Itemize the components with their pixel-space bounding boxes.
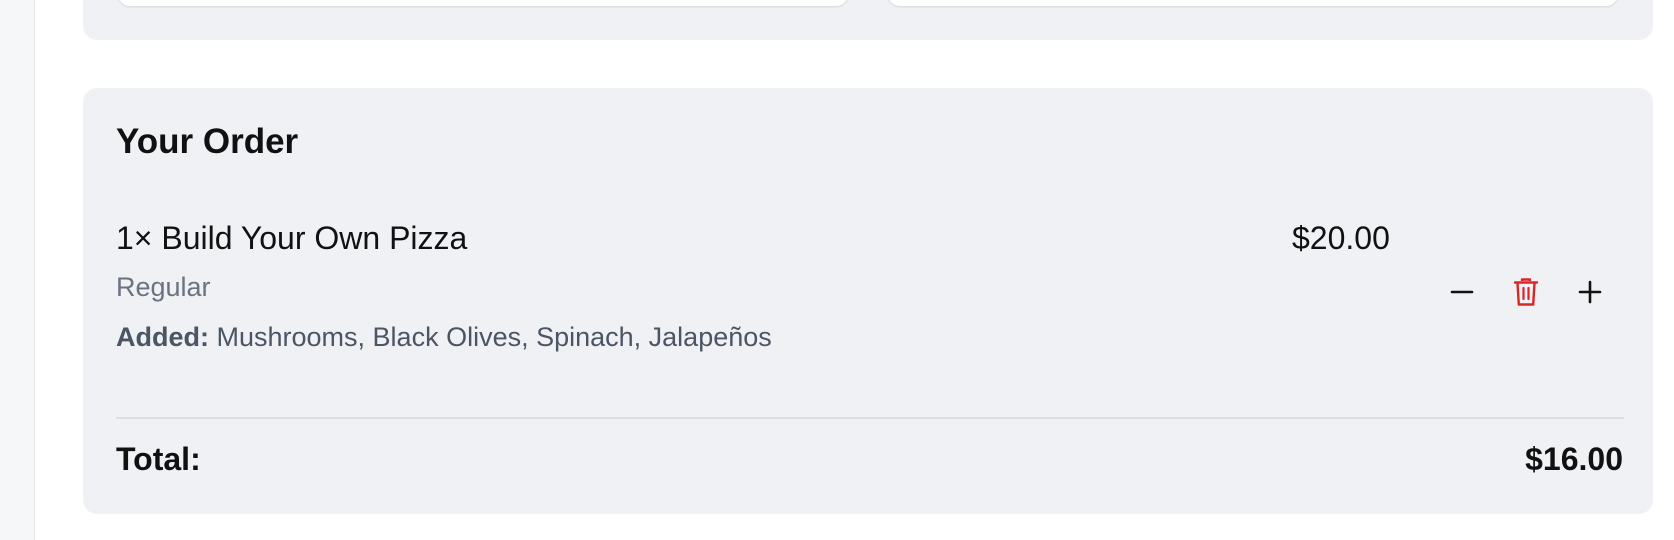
toppings-label: Added: bbox=[116, 322, 209, 352]
option-card-left[interactable] bbox=[118, 0, 848, 6]
item-name: 1× Build Your Own Pizza bbox=[116, 220, 468, 256]
divider bbox=[116, 417, 1624, 419]
remove-item-button[interactable] bbox=[1506, 272, 1546, 312]
item-size: Regular bbox=[116, 272, 211, 302]
trash-icon bbox=[1513, 278, 1539, 306]
previous-section-panel bbox=[83, 0, 1653, 40]
order-summary-panel: Your Order 1× Build Your Own Pizza $20.0… bbox=[83, 88, 1653, 514]
increase-quantity-button[interactable] bbox=[1570, 272, 1610, 312]
item-price: $20.00 bbox=[1292, 220, 1390, 256]
option-card-right[interactable] bbox=[888, 0, 1618, 6]
order-title: Your Order bbox=[116, 122, 299, 161]
toppings-list: Mushrooms, Black Olives, Spinach, Jalape… bbox=[216, 322, 772, 352]
sidebar-edge bbox=[0, 0, 35, 540]
plus-icon bbox=[1578, 280, 1602, 304]
total-label: Total: bbox=[116, 441, 201, 477]
minus-icon bbox=[1450, 290, 1474, 294]
total-value: $16.00 bbox=[1525, 441, 1623, 477]
decrease-quantity-button[interactable] bbox=[1442, 272, 1482, 312]
item-toppings: Added: Mushrooms, Black Olives, Spinach,… bbox=[116, 324, 772, 351]
